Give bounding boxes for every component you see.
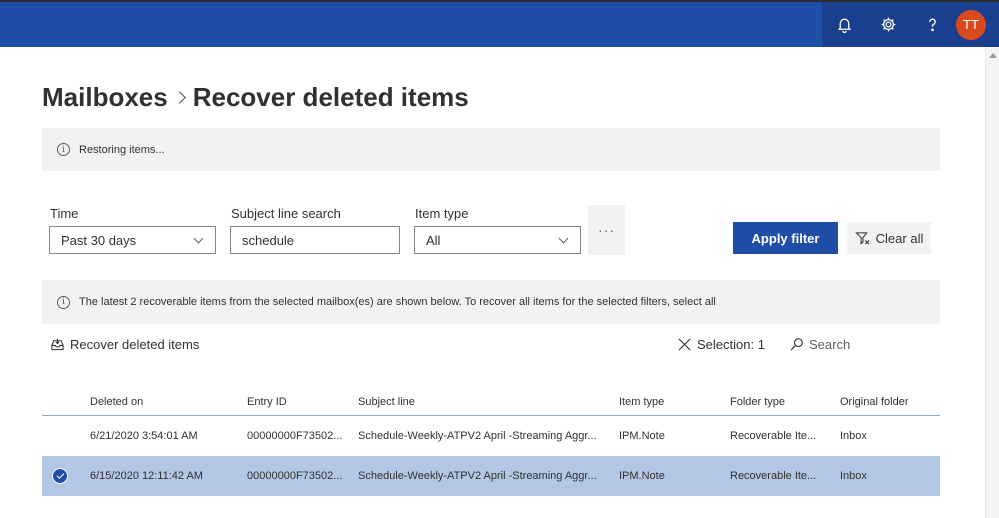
recover-deleted-items-button[interactable]: Recover deleted items [50, 335, 199, 353]
top-bar-actions: TT [822, 2, 999, 47]
column-header-deleted-on[interactable]: Deleted on [90, 388, 143, 415]
cell-entry-id: 00000000F73502... [247, 470, 343, 482]
bell-icon[interactable] [822, 2, 866, 47]
cell-subject-line: Schedule-Weekly-ATPV2 April -Streaming A… [358, 470, 597, 482]
page-title: Recover deleted items [192, 82, 469, 112]
notice-bar: i The latest 2 recoverable items from th… [42, 280, 940, 324]
notice-message: The latest 2 recoverable items from the … [79, 296, 716, 308]
breadcrumb-parent[interactable]: Mailboxes [42, 82, 168, 113]
chevron-right-icon [172, 91, 186, 104]
search-label: Search [809, 336, 851, 352]
column-header-entry-id[interactable]: Entry ID [247, 388, 287, 415]
column-header-item-type[interactable]: Item type [619, 388, 664, 415]
cell-entry-id: 00000000F73502... [247, 430, 343, 442]
clear-all-button[interactable]: Clear all [847, 222, 931, 254]
breadcrumb: Mailboxes Recover deleted items [42, 82, 469, 113]
column-header-original-folder[interactable]: Original folder [840, 388, 908, 415]
table-row[interactable]: 6/21/2020 3:54:01 AM 00000000F73502... S… [42, 416, 940, 456]
info-icon: i [57, 295, 70, 309]
subject-search-label: Subject line search [231, 206, 341, 221]
cell-folder-type: Recoverable Ite... [730, 430, 817, 442]
status-message: Restoring items... [79, 143, 165, 156]
column-header-folder-type[interactable]: Folder type [730, 388, 785, 415]
chevron-down-icon [558, 233, 569, 244]
selection-count: Selection: 1 [697, 336, 765, 352]
cell-folder-type: Recoverable Ite... [730, 470, 817, 482]
item-type-label: Item type [415, 206, 469, 221]
time-dropdown[interactable]: Past 30 days [49, 226, 216, 254]
clear-all-label: Clear all [875, 230, 924, 246]
vertical-scrollbar[interactable] [985, 47, 999, 518]
apply-filter-button[interactable]: Apply filter [733, 222, 838, 254]
column-header-subject-line[interactable]: Subject line [358, 388, 415, 415]
more-options-button[interactable]: ··· [588, 205, 625, 255]
item-type-dropdown-value: All [426, 232, 441, 248]
gear-icon[interactable] [866, 2, 910, 47]
cell-original-folder: Inbox [840, 470, 867, 482]
table-header: Deleted on Entry ID Subject line Item ty… [42, 388, 940, 416]
time-dropdown-value: Past 30 days [61, 232, 137, 248]
deleted-items-table: Deleted on Entry ID Subject line Item ty… [42, 388, 940, 496]
search-button[interactable]: Search [789, 335, 850, 353]
search-icon [790, 337, 803, 351]
close-icon [678, 337, 691, 351]
filter-clear-icon [854, 231, 870, 245]
subject-search-value: schedule [242, 232, 295, 248]
cell-item-type: IPM.Note [619, 430, 665, 442]
chevron-down-icon [193, 233, 204, 244]
info-icon: i [57, 143, 70, 156]
recover-deleted-items-label: Recover deleted items [70, 336, 200, 352]
help-icon[interactable] [910, 2, 954, 47]
time-label: Time [50, 206, 79, 221]
avatar[interactable]: TT [956, 9, 986, 40]
table-row-selected[interactable]: 6/15/2020 12:11:42 AM 00000000F73502... … [42, 456, 940, 496]
inbox-recover-icon [51, 338, 64, 350]
cell-deleted-on: 6/21/2020 3:54:01 AM [90, 430, 198, 442]
row-checkbox-checked-icon[interactable] [52, 468, 68, 484]
scroll-up-arrow-icon[interactable] [989, 53, 997, 58]
cell-item-type: IPM.Note [619, 470, 665, 482]
cell-original-folder: Inbox [840, 430, 867, 442]
status-message-bar: i Restoring items... [42, 128, 940, 171]
item-type-dropdown[interactable]: All [414, 226, 581, 254]
top-bar: TT [0, 0, 999, 47]
clear-selection-button[interactable]: Selection: 1 [677, 335, 765, 353]
cell-deleted-on: 6/15/2020 12:11:42 AM [90, 470, 203, 482]
subject-search-input[interactable]: schedule [230, 226, 400, 254]
cell-subject-line: Schedule-Weekly-ATPV2 April -Streaming A… [358, 430, 597, 442]
